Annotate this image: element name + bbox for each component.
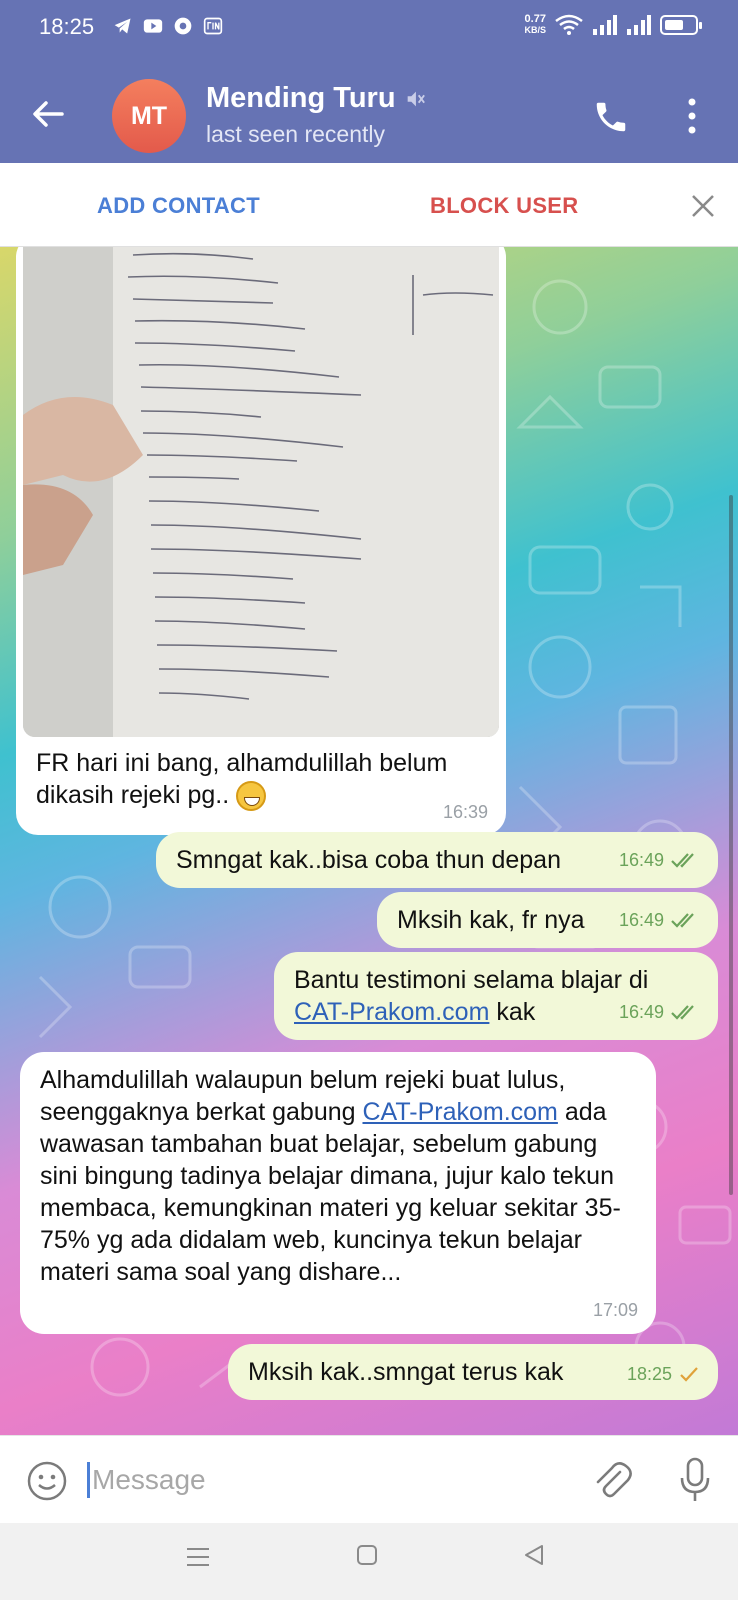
message-time: 16:49 <box>618 850 664 870</box>
website-link[interactable]: CAT-Prakom.com <box>294 998 489 1026</box>
message-time: 18:25 <box>626 1364 672 1384</box>
photo-caption: FR hari ini bang, alhamdulillah belum di… <box>36 747 496 812</box>
mute-icon <box>407 91 425 106</box>
status-bar: 18:25 0.77 KB/S <box>0 0 738 56</box>
avatar[interactable]: MT <box>112 79 186 153</box>
message-meta: 16:49 <box>619 996 700 1028</box>
incoming-photo-message[interactable]: FR hari ini bang, alhamdulillah belum di… <box>16 247 506 835</box>
chat-header: 18:25 0.77 KB/S MT Mending Turu last see… <box>0 0 738 163</box>
attach-icon[interactable] <box>590 1458 634 1502</box>
wifi-icon <box>555 14 583 35</box>
message-time: 16:49 <box>618 910 664 930</box>
home-icon[interactable] <box>356 1543 378 1567</box>
close-icon[interactable] <box>690 193 716 219</box>
net-speed-unit: KB/S <box>524 25 546 35</box>
chat-scrollbar[interactable] <box>729 495 733 1195</box>
net-speed: 0.77 KB/S <box>524 14 546 36</box>
app-icon <box>174 17 192 35</box>
outgoing-message[interactable]: Mksih kak..smngat terus kak 18:25 <box>228 1344 718 1400</box>
notes-photo-drawing <box>23 247 499 737</box>
message-time: 16:49 <box>618 1002 664 1022</box>
outgoing-message[interactable]: Mksih kak, fr nya 16:49 <box>377 892 718 948</box>
system-navigation-bar <box>0 1523 738 1600</box>
signal-icon <box>593 15 617 35</box>
double-check-icon <box>671 1005 694 1020</box>
avatar-initials: MT <box>130 101 168 130</box>
grinning-face-icon <box>236 781 267 812</box>
incoming-message[interactable]: Alhamdulillah walaupun belum rejeki buat… <box>20 1052 656 1334</box>
emoji-icon[interactable] <box>26 1460 68 1502</box>
message-text-part: kak <box>496 998 536 1026</box>
chat-messages-area[interactable]: FR hari ini bang, alhamdulillah belum di… <box>0 247 738 1435</box>
handwritten-notes-photo[interactable] <box>23 247 499 737</box>
sim-label-icon <box>203 17 223 35</box>
microphone-icon[interactable] <box>678 1456 712 1504</box>
message-meta: 16:49 <box>619 844 700 876</box>
recent-apps-icon[interactable] <box>186 1545 210 1569</box>
text-cursor <box>87 1462 90 1498</box>
chat-title[interactable]: Mending Turu <box>206 82 426 115</box>
message-meta: 18:25 <box>627 1358 700 1390</box>
message-text-part: Bantu testimoni selama blajar di <box>294 966 649 994</box>
nav-back-icon[interactable] <box>523 1543 545 1567</box>
last-seen-status: last seen recently <box>206 121 385 147</box>
message-text: Alhamdulillah walaupun belum rejeki buat… <box>40 1064 640 1288</box>
phone-call-icon[interactable] <box>592 98 630 136</box>
message-input-bar: Message <box>0 1435 738 1523</box>
contact-action-bar: ADD CONTACT BLOCK USER <box>0 163 738 247</box>
telegram-icon <box>114 18 131 34</box>
message-meta: 16:49 <box>619 904 700 936</box>
message-text-part: ada wawasan tambahan buat belajar, sebel… <box>40 1098 621 1286</box>
message-meta: 16:39 <box>443 802 488 823</box>
more-options-icon[interactable] <box>684 96 700 136</box>
message-time: 16:39 <box>442 802 488 822</box>
battery-icon <box>660 15 702 35</box>
notification-icons <box>112 16 224 36</box>
outgoing-message[interactable]: Smngat kak..bisa coba thun depan 16:49 <box>156 832 718 888</box>
status-time: 18:25 <box>39 14 95 39</box>
status-right: 0.77 KB/S <box>524 14 702 36</box>
youtube-icon <box>143 19 163 33</box>
single-check-icon <box>680 1367 698 1382</box>
signal-icon <box>627 15 651 35</box>
message-meta: 17:09 <box>593 1294 638 1326</box>
website-link[interactable]: CAT-Prakom.com <box>362 1098 557 1126</box>
back-arrow-icon[interactable] <box>28 94 68 134</box>
add-contact-button[interactable]: ADD CONTACT <box>97 193 260 219</box>
message-time: 17:09 <box>592 1300 638 1320</box>
double-check-icon <box>671 913 694 928</box>
block-user-button[interactable]: BLOCK USER <box>430 193 578 219</box>
double-check-icon <box>671 853 694 868</box>
contact-name: Mending Turu <box>206 82 396 114</box>
net-speed-value: 0.77 <box>524 13 546 25</box>
outgoing-message[interactable]: Bantu testimoni selama blajar di CAT-Pra… <box>274 952 718 1040</box>
message-input[interactable]: Message <box>92 1464 206 1496</box>
